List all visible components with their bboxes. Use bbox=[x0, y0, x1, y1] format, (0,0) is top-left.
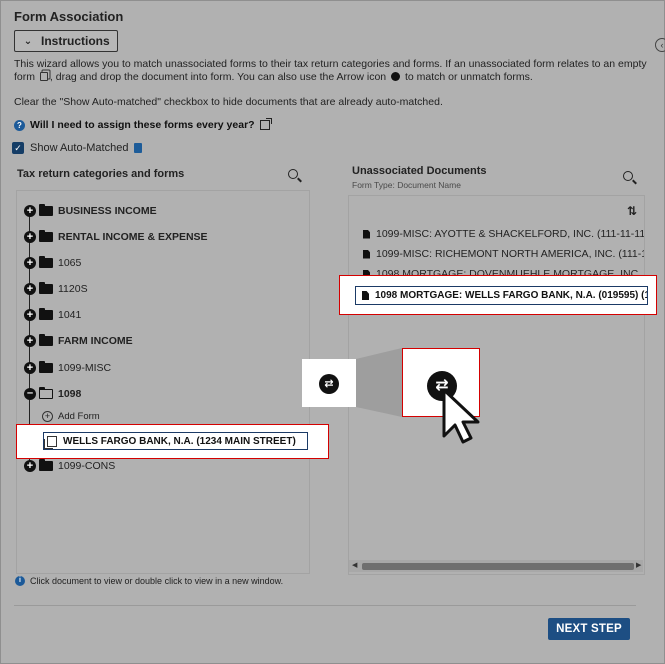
arrow-button-callout-small: ⇄ bbox=[302, 359, 356, 407]
expand-plus-icon[interactable]: + bbox=[24, 309, 36, 321]
folder-icon bbox=[39, 282, 53, 294]
intro-line-2-start: form bbox=[14, 71, 35, 83]
tree-item-1099-cons[interactable]: + 1099-CONS bbox=[24, 458, 115, 474]
expand-plus-icon[interactable]: + bbox=[24, 205, 36, 217]
document-item[interactable]: 1099-MISC: AYOTTE & SHACKELFORD, INC. (1… bbox=[363, 228, 644, 240]
scroll-left-arrow-icon[interactable]: ◀ bbox=[352, 561, 357, 569]
folder-icon bbox=[39, 204, 53, 216]
info-icon: i bbox=[15, 576, 25, 586]
folder-open-icon bbox=[39, 387, 53, 399]
external-link-icon[interactable] bbox=[259, 118, 272, 130]
tree-item-business-income[interactable]: + BUSINESS INCOME bbox=[24, 203, 157, 219]
expand-plus-icon[interactable]: + bbox=[24, 335, 36, 347]
document-icon bbox=[363, 249, 370, 259]
expand-plus-icon[interactable]: + bbox=[24, 362, 36, 374]
left-panel-heading: Tax return categories and forms bbox=[17, 168, 185, 180]
pointer-cursor-icon bbox=[442, 388, 480, 444]
expand-plus-icon[interactable]: + bbox=[24, 460, 36, 472]
tree-item-1120s[interactable]: + 1120S bbox=[24, 281, 88, 297]
expand-plus-icon[interactable]: + bbox=[24, 257, 36, 269]
document-label: 1099-MISC: RICHEMONT NORTH AMERICA, INC.… bbox=[376, 248, 644, 260]
add-plus-icon: + bbox=[42, 411, 53, 422]
chevron-down-icon: ⌄ bbox=[23, 35, 33, 47]
copy-form-icon bbox=[44, 435, 57, 449]
search-icon[interactable] bbox=[288, 169, 298, 179]
page-title: Form Association bbox=[14, 9, 124, 24]
add-form-link[interactable]: + Add Form bbox=[42, 411, 100, 422]
intro-line-2-middle: , drag and drop the document into form. … bbox=[49, 71, 387, 83]
intro-line-2: form , drag and drop the document into f… bbox=[14, 71, 533, 85]
search-icon[interactable] bbox=[623, 171, 633, 181]
help-question-icon: ? bbox=[14, 119, 25, 131]
folder-icon bbox=[39, 361, 53, 373]
arrow-swap-icon bbox=[391, 72, 401, 81]
matched-form-item[interactable]: WELLS FARGO BANK, N.A. (1234 MAIN STREET… bbox=[43, 432, 308, 450]
intro-line-1: This wizard allows you to match unassoci… bbox=[14, 58, 647, 70]
tree-item-1041[interactable]: + 1041 bbox=[24, 307, 81, 323]
folder-icon bbox=[39, 230, 53, 242]
right-panel-subheading: Form Type: Document Name bbox=[352, 180, 461, 190]
folder-icon bbox=[39, 334, 53, 346]
tree-item-label: RENTAL INCOME & EXPENSE bbox=[58, 231, 208, 243]
show-auto-matched-row[interactable]: ✓ Show Auto-Matched bbox=[12, 142, 143, 154]
document-icon bbox=[362, 291, 369, 300]
help-link[interactable]: Will I need to assign these forms every … bbox=[30, 119, 255, 131]
instructions-label: Instructions bbox=[41, 34, 110, 48]
document-item[interactable]: 1099-MISC: RICHEMONT NORTH AMERICA, INC.… bbox=[363, 248, 644, 260]
folder-icon bbox=[39, 308, 53, 320]
selected-document-label: 1098 MORTGAGE: WELLS FARGO BANK, N.A. (0… bbox=[375, 290, 648, 301]
tree-item-label: FARM INCOME bbox=[58, 335, 133, 347]
tree-item-label: 1041 bbox=[58, 309, 82, 321]
left-footer-note: i Click document to view or double click… bbox=[15, 576, 283, 586]
collapse-panel-icon[interactable]: ‹ bbox=[655, 38, 665, 52]
copy-form-icon bbox=[39, 72, 48, 81]
next-step-button[interactable]: NEXT STEP bbox=[548, 618, 630, 640]
matched-form-label: WELLS FARGO BANK, N.A. (1234 MAIN STREET… bbox=[63, 435, 296, 447]
left-panel-tree bbox=[16, 190, 310, 574]
folder-icon bbox=[39, 459, 53, 471]
show-auto-matched-label: Show Auto-Matched bbox=[30, 142, 129, 154]
folder-icon bbox=[39, 256, 53, 268]
tree-item-label: 1098 bbox=[58, 388, 82, 400]
clear-note: Clear the "Show Auto-matched" checkbox t… bbox=[14, 96, 443, 108]
tree-item-rental-income[interactable]: + RENTAL INCOME & EXPENSE bbox=[24, 229, 208, 245]
zoom-connector bbox=[356, 348, 402, 417]
instructions-toggle-button[interactable]: ⌄ Instructions bbox=[14, 30, 118, 52]
tree-item-label: 1120S bbox=[58, 283, 88, 295]
sort-icon[interactable]: ⇅ bbox=[627, 204, 637, 218]
scrollbar-thumb[interactable] bbox=[362, 563, 634, 570]
tree-item-label: BUSINESS INCOME bbox=[58, 205, 157, 217]
expand-plus-icon[interactable]: + bbox=[24, 283, 36, 295]
tree-item-label: 1065 bbox=[58, 257, 82, 269]
tree-item-1098[interactable]: – 1098 bbox=[24, 386, 81, 402]
selected-document-item[interactable]: 1098 MORTGAGE: WELLS FARGO BANK, N.A. (0… bbox=[355, 286, 648, 305]
footer-divider bbox=[14, 605, 636, 606]
tree-item-farm-income[interactable]: + FARM INCOME bbox=[24, 333, 133, 349]
document-icon bbox=[363, 229, 370, 239]
document-label: 1099-MISC: AYOTTE & SHACKELFORD, INC. (1… bbox=[376, 228, 644, 240]
add-form-label: Add Form bbox=[58, 411, 100, 422]
tree-item-1065[interactable]: + 1065 bbox=[24, 255, 81, 271]
intro-line-2-end: to match or unmatch forms. bbox=[404, 71, 533, 83]
expand-plus-icon[interactable]: + bbox=[24, 231, 36, 243]
right-panel-heading: Unassociated Documents bbox=[352, 165, 487, 177]
tree-item-label: 1099-CONS bbox=[58, 460, 116, 472]
document-info-icon[interactable] bbox=[134, 143, 143, 153]
tree-item-label: 1099-MISC bbox=[58, 362, 112, 374]
scroll-right-arrow-icon[interactable]: ▶ bbox=[636, 561, 641, 569]
collapse-minus-icon[interactable]: – bbox=[24, 388, 36, 400]
show-auto-matched-checkbox[interactable]: ✓ bbox=[12, 142, 24, 154]
match-arrow-icon[interactable]: ⇄ bbox=[319, 374, 339, 394]
help-link-row[interactable]: ? Will I need to assign these forms ever… bbox=[14, 118, 272, 131]
tree-item-1099-misc[interactable]: + 1099-MISC bbox=[24, 360, 111, 376]
footer-note-text: Click document to view or double click t… bbox=[30, 576, 284, 586]
